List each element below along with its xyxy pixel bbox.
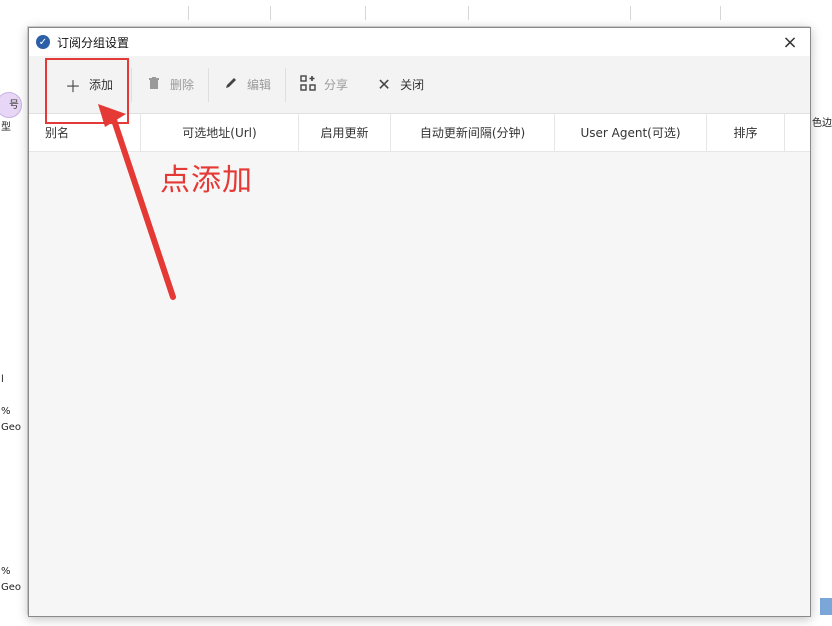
background-toolbar-separator (270, 6, 271, 20)
background-right-label: 色边 (812, 118, 832, 129)
edit-button[interactable]: 编辑 (209, 65, 285, 105)
background-left-pill[interactable]: 号 (0, 92, 22, 118)
background-toolbar-separator (365, 6, 366, 20)
background-left-label: l (1, 374, 4, 385)
background-toolbar-separator (720, 6, 721, 20)
dialog-titlebar[interactable]: ✓ 订阅分组设置 × (29, 28, 810, 56)
subscription-table-header: 别名 可选地址(Url) 启用更新 自动更新间隔(分钟) User Agent(… (29, 114, 810, 152)
close-icon: ✕ (377, 75, 391, 94)
delete-button-label: 删除 (170, 78, 195, 92)
background-toolbar-separator (630, 6, 631, 20)
subscription-group-settings-dialog: ✓ 订阅分组设置 × ＋ 添加 删除 编辑 分享 ✕ 关闭 别名 可选地址(Ur… (28, 27, 811, 617)
share-button[interactable]: 分享 (286, 65, 362, 105)
column-header-user-agent[interactable]: User Agent(可选) (555, 114, 707, 151)
column-header-filler (785, 114, 810, 151)
column-header-url[interactable]: 可选地址(Url) (141, 114, 299, 151)
edit-button-label: 编辑 (247, 78, 272, 92)
close-icon: × (782, 31, 798, 53)
trash-icon (146, 75, 162, 94)
annotation-label: 点添加 (160, 163, 253, 198)
column-header-enable-update[interactable]: 启用更新 (299, 114, 391, 151)
background-left-label: 型 (1, 122, 11, 133)
background-left-panel: 号 型 l % Geo % Geo (0, 26, 28, 626)
close-button-label: 关闭 (400, 78, 425, 92)
background-left-label: % (1, 406, 11, 417)
dialog-toolbar: ＋ 添加 删除 编辑 分享 ✕ 关闭 (29, 56, 810, 114)
close-window-button[interactable]: × (780, 31, 800, 53)
column-header-update-interval[interactable]: 自动更新间隔(分钟) (391, 114, 555, 151)
subscription-table-body[interactable] (29, 152, 810, 616)
annotation-highlight-box (45, 58, 129, 124)
background-toolbar (0, 0, 832, 27)
background-right-panel: 色边 (809, 26, 832, 626)
close-button[interactable]: ✕ 关闭 (362, 65, 438, 105)
background-toolbar-separator (468, 6, 469, 20)
pencil-icon (223, 75, 239, 94)
column-header-sort[interactable]: 排序 (707, 114, 785, 151)
share-button-label: 分享 (324, 78, 349, 92)
background-left-label: % (1, 566, 11, 577)
app-logo-icon: ✓ (36, 35, 50, 49)
background-toolbar-separator (188, 6, 189, 20)
delete-button[interactable]: 删除 (132, 65, 208, 105)
qr-icon (300, 74, 316, 95)
dialog-title: 订阅分组设置 (57, 35, 130, 50)
background-left-label: Geo (1, 422, 22, 433)
background-left-label: Geo (1, 582, 22, 593)
